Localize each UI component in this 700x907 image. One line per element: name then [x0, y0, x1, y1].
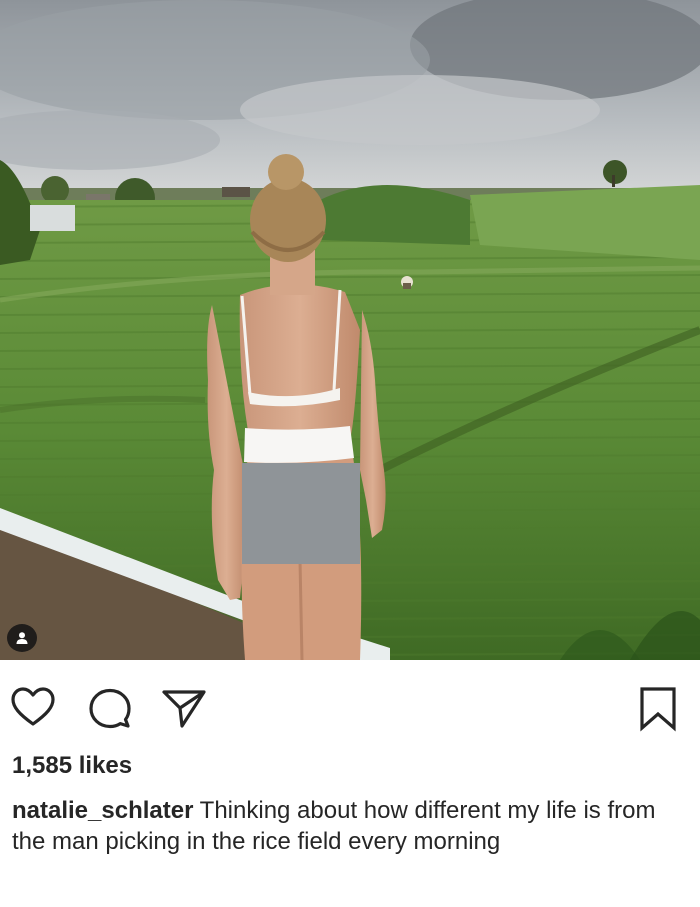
paper-plane-icon — [160, 684, 208, 732]
action-bar — [0, 660, 700, 748]
caption: natalie_schlater Thinking about how diff… — [12, 795, 692, 857]
heart-icon — [9, 684, 57, 732]
likes-count[interactable]: 1,585 likes — [12, 752, 132, 780]
instagram-post: 1,585 likes natalie_schlater Thinking ab… — [0, 0, 700, 907]
share-button[interactable] — [160, 684, 208, 732]
comment-bubble-icon — [86, 684, 134, 732]
save-button[interactable] — [634, 684, 682, 732]
bookmark-icon — [634, 684, 682, 732]
comment-button[interactable] — [86, 684, 134, 732]
post-photo[interactable] — [0, 0, 700, 660]
caption-username[interactable]: natalie_schlater — [12, 797, 193, 824]
like-button[interactable] — [9, 684, 57, 732]
user-tag-icon — [15, 631, 29, 645]
user-tag-button[interactable] — [7, 624, 37, 652]
censor-box — [242, 463, 360, 564]
